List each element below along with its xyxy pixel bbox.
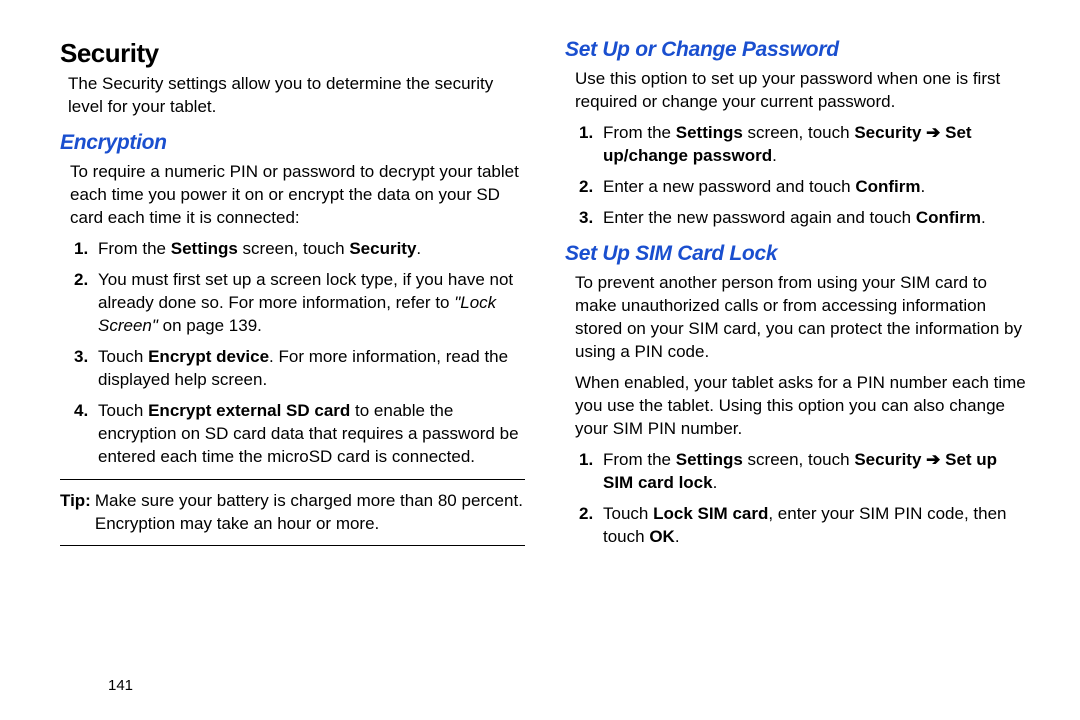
encryption-steps: From the Settings screen, touch Security…: [74, 238, 525, 468]
text: Touch: [603, 504, 653, 523]
bold-security: Security: [854, 450, 921, 469]
page-number: 141: [108, 676, 133, 696]
password-steps: From the Settings screen, touch Security…: [579, 122, 1030, 230]
bold-settings: Settings: [171, 239, 238, 258]
simlock-step-1: From the Settings screen, touch Security…: [579, 449, 1030, 495]
bold-encrypt-sd: Encrypt external SD card: [148, 401, 350, 420]
password-body: Use this option to set up your password …: [575, 68, 1030, 114]
text: screen, touch: [238, 239, 350, 258]
left-column: Security The Security settings allow you…: [60, 36, 525, 700]
tip-label: Tip:: [60, 490, 95, 536]
simlock-steps: From the Settings screen, touch Security…: [579, 449, 1030, 549]
simlock-body1: To prevent another person from using you…: [575, 272, 1030, 364]
bold-security: Security: [854, 123, 921, 142]
tip-row: Tip: Make sure your battery is charged m…: [60, 490, 525, 536]
section-title-security: Security: [60, 36, 525, 71]
subheading-password: Set Up or Change Password: [565, 36, 1030, 64]
password-step-2: Enter a new password and touch Confirm.: [579, 176, 1030, 199]
text: .: [675, 527, 680, 546]
bold-settings: Settings: [676, 123, 743, 142]
tip-text: Make sure your battery is charged more t…: [95, 490, 525, 536]
encryption-body: To require a numeric PIN or password to …: [70, 161, 525, 230]
bold-lock-sim: Lock SIM card: [653, 504, 768, 523]
arrow-icon: ➔: [921, 450, 945, 469]
bold-confirm: Confirm: [855, 177, 920, 196]
manual-page: Security The Security settings allow you…: [0, 0, 1080, 720]
text: on page 139.: [158, 316, 262, 335]
bold-ok: OK: [649, 527, 675, 546]
security-intro: The Security settings allow you to deter…: [68, 73, 525, 119]
divider-top: [60, 479, 525, 480]
text: .: [713, 473, 718, 492]
text: Touch: [98, 401, 148, 420]
divider-bottom: [60, 545, 525, 546]
right-column: Set Up or Change Password Use this optio…: [565, 36, 1030, 700]
subheading-encryption: Encryption: [60, 129, 525, 157]
encryption-step-3: Touch Encrypt device. For more informati…: [74, 346, 525, 392]
password-step-3: Enter the new password again and touch C…: [579, 207, 1030, 230]
text: screen, touch: [743, 450, 855, 469]
text: .: [772, 146, 777, 165]
bold-security: Security: [349, 239, 416, 258]
text: .: [921, 177, 926, 196]
simlock-step-2: Touch Lock SIM card, enter your SIM PIN …: [579, 503, 1030, 549]
subheading-sim-lock: Set Up SIM Card Lock: [565, 240, 1030, 268]
encryption-step-1: From the Settings screen, touch Security…: [74, 238, 525, 261]
arrow-icon: ➔: [921, 123, 945, 142]
text: From the: [98, 239, 171, 258]
text: .: [981, 208, 986, 227]
text: Enter a new password and touch: [603, 177, 855, 196]
bold-encrypt-device: Encrypt device: [148, 347, 269, 366]
simlock-body2: When enabled, your tablet asks for a PIN…: [575, 372, 1030, 441]
text: screen, touch: [743, 123, 855, 142]
text: .: [416, 239, 421, 258]
text: From the: [603, 123, 676, 142]
text: Touch: [98, 347, 148, 366]
bold-settings: Settings: [676, 450, 743, 469]
text: From the: [603, 450, 676, 469]
text: You must first set up a screen lock type…: [98, 270, 513, 312]
encryption-step-2: You must first set up a screen lock type…: [74, 269, 525, 338]
encryption-step-4: Touch Encrypt external SD card to enable…: [74, 400, 525, 469]
text: Enter the new password again and touch: [603, 208, 916, 227]
password-step-1: From the Settings screen, touch Security…: [579, 122, 1030, 168]
bold-confirm: Confirm: [916, 208, 981, 227]
